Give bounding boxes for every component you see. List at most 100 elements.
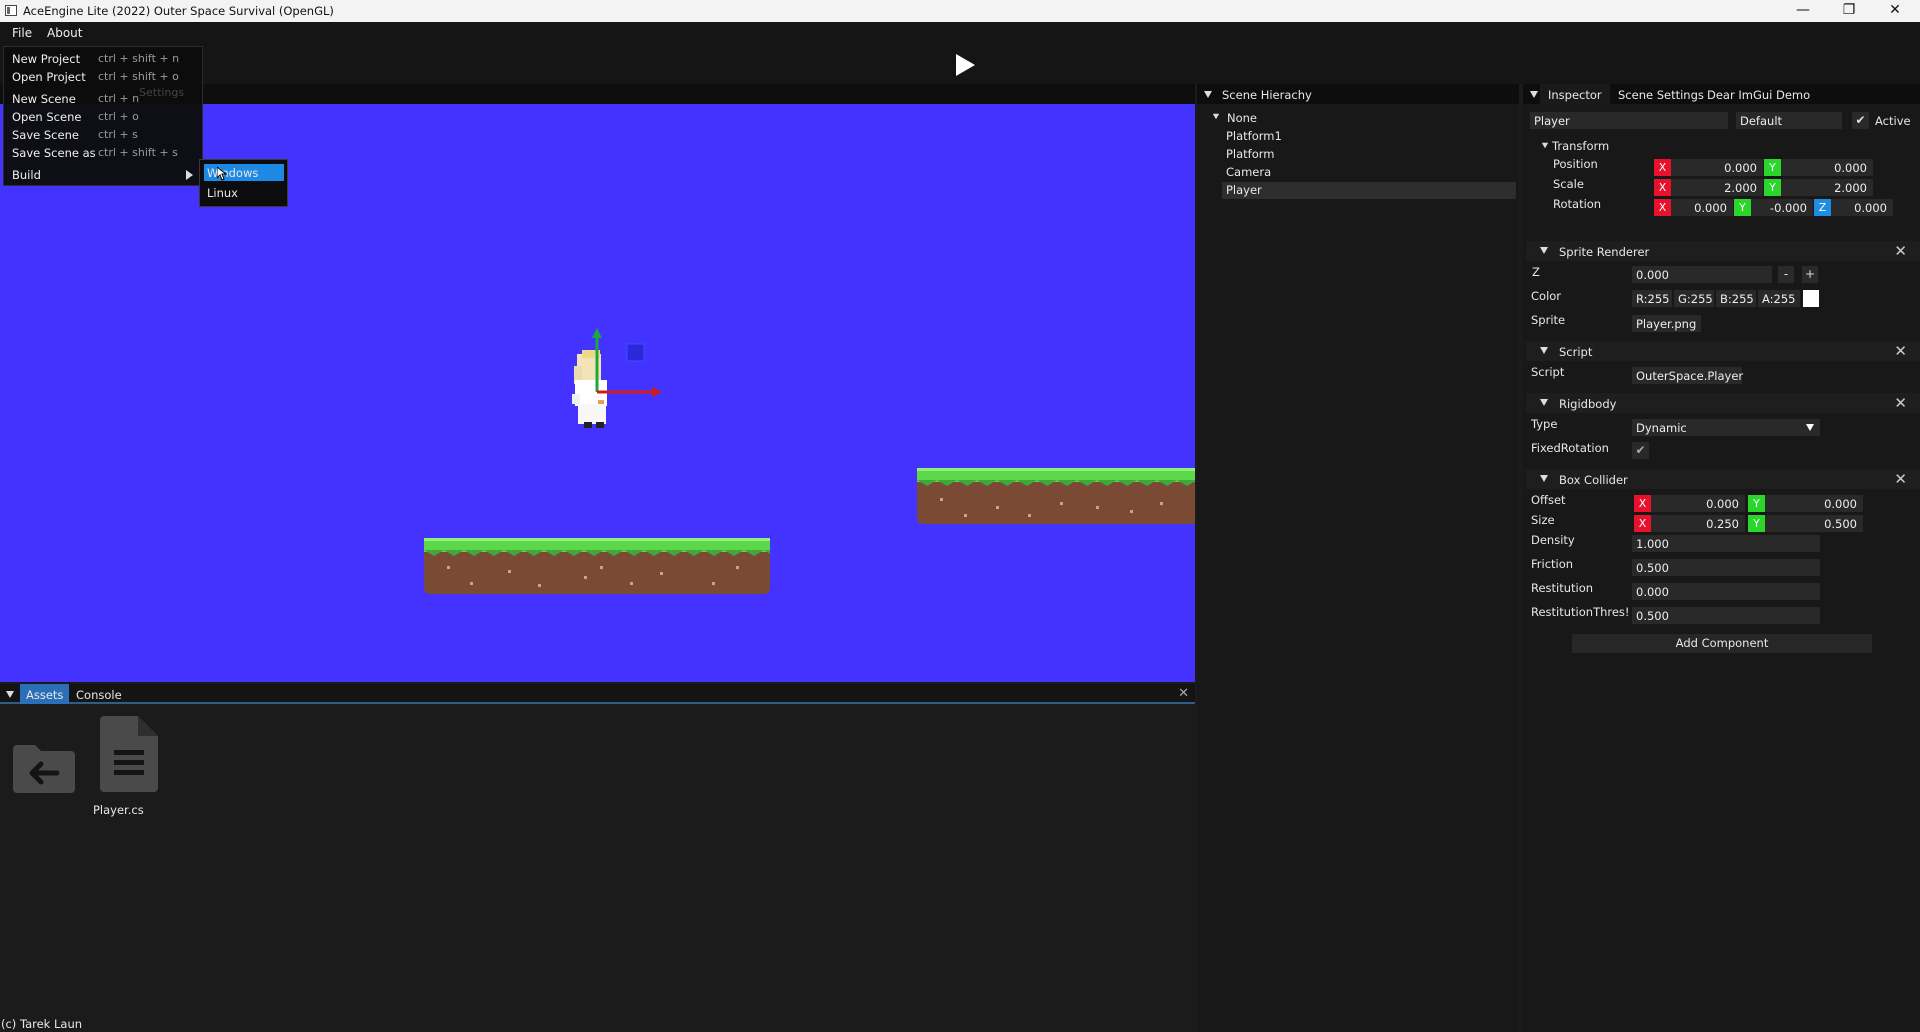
fixed-rotation-label: FixedRotation <box>1531 441 1609 455</box>
script-field[interactable]: OuterSpace.Player <box>1632 367 1743 384</box>
hierarchy-item-platform[interactable]: Platform <box>1226 147 1275 161</box>
remove-sprite-renderer-icon[interactable]: ✕ <box>1894 242 1907 260</box>
back-folder-icon[interactable] <box>11 743 77 795</box>
density-label: Density <box>1531 533 1575 547</box>
rigidbody-collapse-icon[interactable] <box>1540 399 1548 406</box>
color-swatch[interactable] <box>1803 290 1819 307</box>
sprite-field[interactable]: Player.png <box>1632 315 1701 332</box>
add-component-button[interactable]: Add Component <box>1572 634 1872 653</box>
remove-rigidbody-icon[interactable]: ✕ <box>1894 394 1907 412</box>
mouse-cursor-icon <box>217 167 227 181</box>
platform1-sprite[interactable] <box>917 468 1195 524</box>
close-window-button[interactable]: ✕ <box>1872 0 1918 22</box>
platform-sprite[interactable] <box>424 538 770 594</box>
hierarchy-root[interactable]: None <box>1227 111 1257 125</box>
menu-save-scene-as[interactable]: Save Scene as <box>12 146 96 160</box>
tab-assets[interactable]: Assets <box>20 684 70 704</box>
hierarchy-header: Scene Hierachy <box>1197 84 1519 104</box>
inspector-menu-icon[interactable] <box>1530 91 1538 98</box>
active-checkbox[interactable]: ✔ <box>1852 112 1869 129</box>
inspector-header: Inspector Scene Settings Dear ImGui Demo <box>1523 84 1920 104</box>
scene-viewport[interactable] <box>0 104 1195 682</box>
menu-file[interactable]: File <box>12 26 32 40</box>
tab-console[interactable]: Console <box>70 688 128 702</box>
panel-menu-icon[interactable] <box>1204 91 1212 98</box>
build-linux-item[interactable]: Linux <box>207 186 238 200</box>
menu-open-scene[interactable]: Open Scene <box>12 110 81 124</box>
scale-x-input[interactable]: 2.000 <box>1671 179 1763 196</box>
color-r-input[interactable]: R:255 <box>1632 290 1672 307</box>
status-bar: (c) Tarek Laun <box>0 1016 1195 1032</box>
position-x-input[interactable]: 0.000 <box>1671 159 1763 176</box>
position-y-input[interactable]: 0.000 <box>1781 159 1873 176</box>
rotation-x-input[interactable]: 0.000 <box>1671 199 1733 216</box>
hierarchy-item-platform1[interactable]: Platform1 <box>1226 129 1282 143</box>
build-windows-item[interactable]: Windows <box>204 164 284 181</box>
window-title-bar: AceEngine Lite (2022) Outer Space Surviv… <box>0 0 1920 22</box>
box-collider-header[interactable]: Box Collider ✕ <box>1526 469 1920 489</box>
tree-expand-icon[interactable] <box>1212 113 1220 120</box>
menu-build[interactable]: Build <box>12 168 41 182</box>
size-label: Size <box>1531 513 1555 527</box>
color-a-input[interactable]: A:255 <box>1758 290 1800 307</box>
hierarchy-item-camera[interactable]: Camera <box>1226 165 1271 179</box>
restitution-threshold-input[interactable]: 0.500 <box>1632 607 1820 624</box>
remove-box-collider-icon[interactable]: ✕ <box>1894 470 1907 488</box>
menu-about[interactable]: About <box>47 26 82 40</box>
play-button[interactable] <box>954 53 976 77</box>
sprite-renderer-header[interactable]: Sprite Renderer ✕ <box>1526 241 1920 261</box>
player-sprite[interactable] <box>572 350 607 428</box>
hierarchy-item-player[interactable]: Player <box>1222 182 1516 199</box>
restitution-input[interactable]: 0.000 <box>1632 583 1820 600</box>
offset-x-input[interactable]: 0.000 <box>1651 495 1745 512</box>
rotation-y-input[interactable]: -0.000 <box>1751 199 1813 216</box>
entity-name-input[interactable]: Player <box>1530 112 1728 129</box>
menu-save-scene[interactable]: Save Scene <box>12 128 79 142</box>
scale-y-input[interactable]: 2.000 <box>1781 179 1873 196</box>
color-label: Color <box>1531 289 1562 303</box>
position-x-axis: X <box>1654 159 1671 176</box>
build-windows-label: Windows <box>207 166 259 180</box>
color-b-input[interactable]: B:255 <box>1716 290 1756 307</box>
color-g-input[interactable]: G:255 <box>1674 290 1714 307</box>
sprite-renderer-title: Sprite Renderer <box>1559 245 1650 259</box>
box-collider-collapse-icon[interactable] <box>1540 475 1548 482</box>
size-y-input[interactable]: 0.500 <box>1765 515 1863 532</box>
body-type-select[interactable]: Dynamic <box>1632 419 1820 436</box>
transform-collapse-icon[interactable] <box>1541 142 1549 149</box>
sprite-renderer-collapse-icon[interactable] <box>1540 247 1548 254</box>
script-collapse-icon[interactable] <box>1540 347 1548 354</box>
submenu-arrow-icon <box>186 170 193 180</box>
friction-input[interactable]: 0.500 <box>1632 559 1820 576</box>
script-header[interactable]: Script ✕ <box>1526 341 1920 361</box>
offset-y-input[interactable]: 0.000 <box>1765 495 1863 512</box>
z-increment-button[interactable]: + <box>1802 266 1818 283</box>
menu-open-project[interactable]: Open Project <box>12 70 86 84</box>
script-label: Script <box>1531 365 1565 379</box>
z-decrement-button[interactable]: - <box>1778 266 1794 283</box>
play-icon <box>956 54 975 76</box>
assets-menu-icon[interactable] <box>6 691 14 698</box>
z-label: Z <box>1532 265 1540 279</box>
tag-select[interactable]: Default <box>1736 112 1842 129</box>
shortcut-new-project: ctrl + shift + n <box>98 52 180 65</box>
tab-scene-settings[interactable]: Scene Settings <box>1610 84 1712 104</box>
close-panel-icon[interactable]: ✕ <box>1178 686 1189 701</box>
tab-dear-imgui-demo[interactable]: Dear ImGui Demo <box>1699 84 1818 104</box>
rotation-z-input[interactable]: 0.000 <box>1831 199 1893 216</box>
menu-new-scene[interactable]: New Scene <box>12 92 76 106</box>
minimize-button[interactable]: — <box>1780 0 1826 22</box>
asset-label-player-cs[interactable]: Player.cs <box>93 803 144 817</box>
remove-script-icon[interactable]: ✕ <box>1894 342 1907 360</box>
build-submenu: Windows Linux <box>199 159 288 207</box>
size-y-axis: Y <box>1748 515 1765 532</box>
fixed-rotation-checkbox[interactable]: ✔ <box>1632 442 1649 459</box>
maximize-button[interactable]: ❐ <box>1826 0 1872 22</box>
rigidbody-header[interactable]: Rigidbody ✕ <box>1526 393 1920 413</box>
density-input[interactable]: 1.000 <box>1632 535 1820 552</box>
script-file-icon[interactable] <box>96 716 162 792</box>
z-order-input[interactable]: 0.000 <box>1632 266 1772 283</box>
tab-inspector[interactable]: Inspector <box>1540 84 1610 104</box>
menu-new-project[interactable]: New Project <box>12 52 80 66</box>
size-x-input[interactable]: 0.250 <box>1651 515 1745 532</box>
